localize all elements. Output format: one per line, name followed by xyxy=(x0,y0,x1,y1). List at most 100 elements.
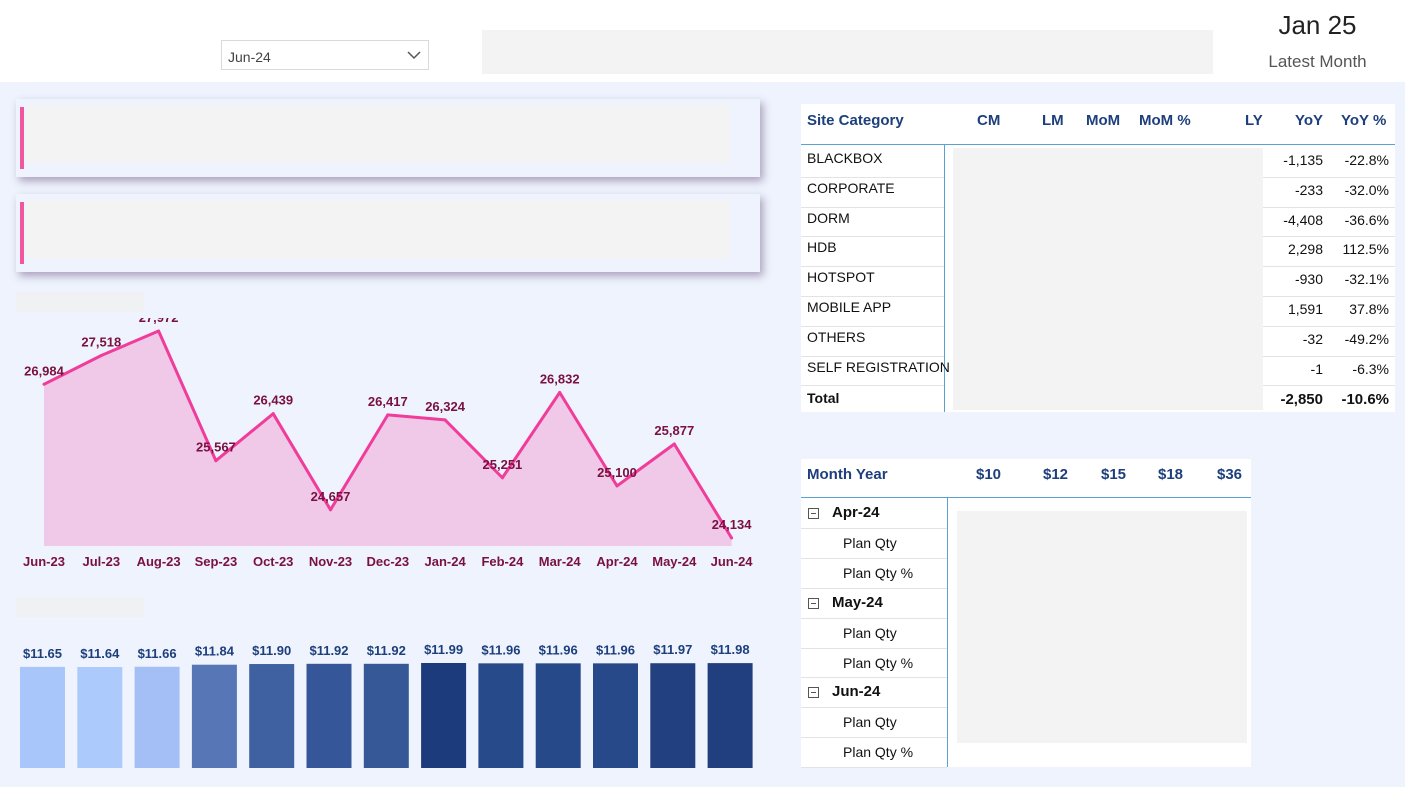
x-tick-oct-23: Oct-23 xyxy=(253,554,293,569)
column-header-mom[interactable]: MoM xyxy=(1086,112,1120,129)
bar-label-feb-24: $11.96 xyxy=(481,642,520,657)
row-label-blackbox: BLACKBOX xyxy=(807,150,883,166)
plan-qty-matrix: Month Year $10 $12 $15 $18 $36 Apr-24 Plan Qty P… xyxy=(801,459,1251,769)
data-label-oct-23: 26,439 xyxy=(253,393,293,408)
data-point-feb-24[interactable] xyxy=(500,476,504,480)
column-header-yoy[interactable]: YoY % xyxy=(1341,112,1386,129)
values-placeholder xyxy=(957,511,1247,743)
data-label-apr-24: 25,100 xyxy=(597,465,637,480)
row-divider xyxy=(1263,206,1395,208)
collapse-icon[interactable] xyxy=(808,597,819,609)
row-divider xyxy=(801,296,944,297)
collapse-icon[interactable] xyxy=(808,687,819,699)
column-header-18[interactable]: $18 xyxy=(1158,466,1183,483)
data-label-jun-24: 24,134 xyxy=(712,517,753,532)
yoy-value-self-registration: -1 xyxy=(1310,360,1323,377)
column-header-mom[interactable]: MoM % xyxy=(1139,112,1191,129)
column-header-month-year[interactable]: Month Year xyxy=(807,466,888,483)
row-divider xyxy=(1263,296,1395,297)
column-header-lm[interactable]: LM xyxy=(1042,112,1064,129)
kpi-card-placeholder xyxy=(26,200,730,258)
row-divider xyxy=(1263,355,1395,357)
data-label-sep-23: 25,567 xyxy=(196,440,236,455)
bar-label-sep-23: $11.84 xyxy=(195,644,235,659)
column-header-12[interactable]: $12 xyxy=(1043,466,1068,483)
total-yoy-value: -2,850 xyxy=(1280,391,1323,409)
bar-sep-23[interactable] xyxy=(191,664,237,768)
column-header-15[interactable]: $15 xyxy=(1101,466,1126,483)
bar-jun-23[interactable] xyxy=(20,666,65,768)
row-label-corporate: CORPORATE xyxy=(807,179,895,196)
yoy-value-others: -32 xyxy=(1302,330,1323,347)
bar-chart: $11.65 $11.64 $11.66 $11.84 $11.90 $11.92 $11.… xyxy=(20,642,753,768)
row-divider xyxy=(1263,266,1395,268)
bar-aug-23[interactable] xyxy=(134,666,180,768)
column-header-cm[interactable]: CM xyxy=(977,112,1000,129)
row-divider xyxy=(801,355,944,357)
row-label-mobile-app: MOBILE APP xyxy=(807,299,892,315)
bar-jun-24[interactable] xyxy=(707,663,753,768)
row-divider xyxy=(801,647,947,649)
row-divider xyxy=(801,527,947,529)
total-label: Total xyxy=(807,390,840,407)
bar-mar-24[interactable] xyxy=(535,663,581,768)
yoy-pct-value-mobile-app: 37.8% xyxy=(1349,301,1389,317)
data-label-jan-24: 26,324 xyxy=(425,399,466,414)
column-header-ly[interactable]: LY xyxy=(1245,112,1263,129)
bar-label-mar-24: $11.96 xyxy=(539,642,578,657)
yoy-pct-value-others: -49.2% xyxy=(1344,330,1389,347)
data-point-jun-23[interactable] xyxy=(42,382,46,386)
line-chart-title-placeholder xyxy=(16,292,144,312)
row-label-self-registration: SELF REGISTRATION xyxy=(807,358,950,375)
total-yoy-pct-value: -10.6% xyxy=(1341,391,1389,409)
group-label-may-24[interactable]: May-24 xyxy=(832,594,883,611)
x-tick-jun-24: Jun-24 xyxy=(711,554,754,569)
row-label-jun-24-plan-qty: Plan Qty xyxy=(843,714,897,731)
data-point-nov-23[interactable] xyxy=(329,508,332,512)
data-point-oct-23[interactable] xyxy=(271,412,275,416)
data-point-jan-24[interactable] xyxy=(443,418,447,422)
kpi-card-accent xyxy=(20,107,24,169)
row-divider xyxy=(801,767,947,769)
yoy-pct-value-self-registration: -6.3% xyxy=(1352,360,1389,377)
data-point-aug-23[interactable] xyxy=(157,329,161,333)
metrics-placeholder xyxy=(953,148,1263,410)
data-point-dec-23[interactable] xyxy=(386,413,390,417)
month-dropdown[interactable]: Jun-24 xyxy=(221,40,429,70)
area-line-chart: 26,984 Jun-23 27,518 Jul-23 27,972 Aug-23 25,5… xyxy=(23,318,754,569)
column-header-yoy[interactable]: YoY xyxy=(1295,112,1323,129)
data-point-sep-23[interactable] xyxy=(214,459,218,463)
group-label-apr-24[interactable]: Apr-24 xyxy=(832,504,880,521)
bar-may-24[interactable] xyxy=(650,663,696,768)
bar-label-may-24: $11.97 xyxy=(653,642,692,657)
yoy-pct-value-dorm: -36.6% xyxy=(1344,211,1389,228)
row-label-jun-24-plan-qty: Plan Qty % xyxy=(843,744,914,761)
data-point-apr-24[interactable] xyxy=(615,484,619,488)
data-point-jun-24[interactable] xyxy=(730,536,734,540)
bar-feb-24[interactable] xyxy=(478,663,524,768)
header-divider xyxy=(801,144,1395,145)
bar-oct-23[interactable] xyxy=(249,664,295,768)
data-label-may-24: 25,877 xyxy=(654,423,694,438)
group-label-jun-24[interactable]: Jun-24 xyxy=(832,683,880,700)
column-header-10[interactable]: $10 xyxy=(976,466,1001,483)
column-header-site-category[interactable]: Site Category xyxy=(807,112,904,129)
bar-jan-24[interactable] xyxy=(421,663,467,768)
data-point-mar-24[interactable] xyxy=(558,390,562,394)
bar-nov-23[interactable] xyxy=(306,663,352,768)
area-fill xyxy=(44,331,732,546)
yoy-pct-value-corporate: -32.0% xyxy=(1344,181,1389,198)
data-label-feb-24: 25,251 xyxy=(483,457,523,472)
data-point-may-24[interactable] xyxy=(672,442,676,446)
bar-apr-24[interactable] xyxy=(593,663,638,768)
row-divider xyxy=(1263,385,1395,387)
collapse-icon[interactable] xyxy=(808,508,819,519)
bar-label-jun-23: $11.65 xyxy=(23,646,62,661)
data-label-nov-23: 24,657 xyxy=(311,489,351,504)
column-header-36[interactable]: $36 xyxy=(1217,466,1242,483)
data-point-jul-23[interactable] xyxy=(99,353,103,357)
site-category-table: Site Category CM LM MoM MoM % LY YoY YoY % BLACK… xyxy=(801,104,1395,412)
row-divider xyxy=(801,325,944,327)
bar-dec-23[interactable] xyxy=(363,663,409,768)
bar-jul-23[interactable] xyxy=(77,667,123,768)
